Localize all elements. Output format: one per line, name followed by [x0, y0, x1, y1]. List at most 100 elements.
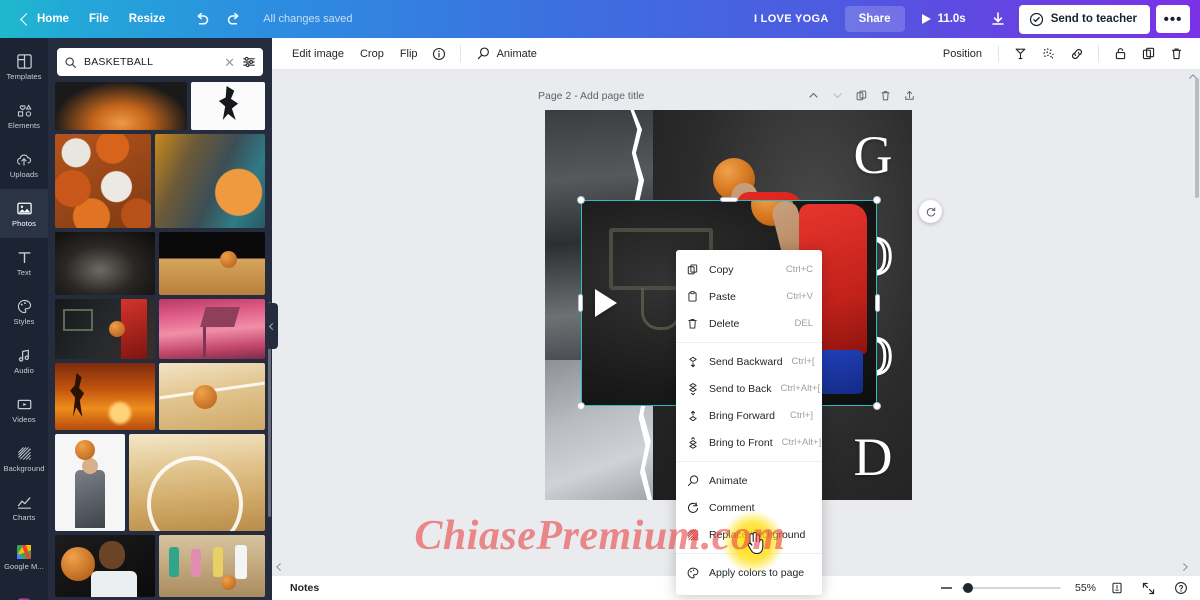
search-box[interactable]: ✕	[57, 48, 263, 76]
duplicate-page-button[interactable]	[851, 85, 872, 106]
sidebar-item-audio[interactable]: Audio	[0, 336, 48, 385]
lock-button[interactable]	[1107, 41, 1134, 66]
photo-thumbnail-empty-wooden-court[interactable]	[129, 434, 265, 531]
redo-button[interactable]	[221, 6, 247, 32]
chevron-left-icon	[20, 12, 33, 26]
trash-icon	[1171, 48, 1182, 60]
delete-button[interactable]	[1163, 41, 1190, 66]
send-to-teacher-button[interactable]: Send to teacher	[1018, 4, 1150, 34]
context-menu-shortcut: Ctrl+V	[786, 291, 813, 302]
resize-handle-bottom-right[interactable]	[873, 402, 881, 410]
undo-button[interactable]	[189, 6, 215, 32]
context-menu-item-paste[interactable]: Paste Ctrl+V	[676, 283, 822, 310]
sidebar-item-videos[interactable]: Videos	[0, 385, 48, 434]
photos-icon	[16, 199, 33, 218]
photo-thumbnail-pile-of-basketballs[interactable]	[55, 134, 151, 228]
clear-search-icon[interactable]: ✕	[224, 56, 235, 69]
photo-thumbnail-athlete-holding-ball[interactable]	[55, 535, 155, 597]
edit-image-button[interactable]: Edit image	[284, 43, 352, 65]
crop-button[interactable]: Crop	[352, 43, 392, 65]
sidebar-item-google-maps[interactable]: Google M...	[0, 532, 48, 581]
context-menu-item-apply-colors-to-page[interactable]: Apply colors to page	[676, 559, 822, 586]
duplicate-button[interactable]	[1135, 41, 1162, 66]
context-menu-item-replace-background[interactable]: Replace background	[676, 521, 822, 548]
file-menu-button[interactable]: File	[79, 7, 119, 31]
context-menu-item-send-to-back[interactable]: Send to Back Ctrl+Alt+[	[676, 375, 822, 402]
notes-button[interactable]: Notes	[284, 578, 325, 598]
collapse-panel-button[interactable]	[266, 303, 278, 349]
sidebar-item-background[interactable]: Background	[0, 434, 48, 483]
position-button[interactable]: Position	[935, 43, 990, 65]
photo-thumbnail-ball-on-wood-court[interactable]	[159, 232, 265, 295]
sidebar-item-templates[interactable]: Templates	[0, 42, 48, 91]
download-button[interactable]	[983, 5, 1013, 33]
resize-button[interactable]: Resize	[119, 7, 175, 31]
context-menu-item-copy[interactable]: Copy Ctrl+C	[676, 256, 822, 283]
move-page-down-button[interactable]	[827, 85, 848, 106]
move-page-up-button[interactable]	[803, 85, 824, 106]
flip-button[interactable]: Flip	[392, 43, 426, 65]
help-button[interactable]	[1169, 578, 1192, 599]
file-label: File	[88, 13, 109, 25]
fullscreen-button[interactable]	[1137, 578, 1160, 599]
info-button[interactable]	[426, 41, 453, 66]
sidebar-item-instagram[interactable]	[0, 581, 48, 600]
more-options-button[interactable]: •••	[1156, 5, 1190, 33]
context-menu-item-comment[interactable]: Comment	[676, 494, 822, 521]
resize-handle-right[interactable]	[875, 294, 880, 312]
photo-thumbnail-player-silhouette-white[interactable]	[191, 82, 265, 130]
page-title[interactable]: Page 2 - Add page title	[272, 90, 644, 102]
context-menu-item-bring-forward[interactable]: Bring Forward Ctrl+]	[676, 402, 822, 429]
page-manager-button[interactable]	[1105, 578, 1128, 599]
rotate-handle[interactable]	[919, 200, 942, 223]
preview-duration-button[interactable]: 11.0s	[911, 7, 977, 31]
video-play-button[interactable]	[595, 289, 617, 317]
transparency-button[interactable]	[1007, 41, 1034, 66]
home-button[interactable]: Home	[12, 7, 79, 31]
resize-handle-bottom-left[interactable]	[577, 402, 585, 410]
link-button[interactable]	[1063, 41, 1090, 66]
zoom-slider-knob[interactable]	[963, 583, 973, 593]
context-menu-item-animate[interactable]: Animate	[676, 467, 822, 494]
sidebar-item-uploads[interactable]: Uploads	[0, 140, 48, 189]
photo-thumbnail-outdoor-hoop-sunset-pink[interactable]	[159, 299, 265, 359]
sidebar-item-charts[interactable]: Charts	[0, 483, 48, 532]
sidebar-item-elements[interactable]: Elements	[0, 91, 48, 140]
resize-handle-top[interactable]	[720, 197, 738, 202]
context-menu: Copy Ctrl+C Paste Ctrl+V Delete DEL Send…	[676, 250, 822, 595]
sidebar-item-styles[interactable]: Styles	[0, 287, 48, 336]
photo-thumbnail-basketball-texture-teal[interactable]	[155, 134, 265, 228]
photo-thumbnail-player-dunking-dark[interactable]	[55, 232, 155, 295]
photo-thumbnail-kids-playing-gym[interactable]	[159, 535, 265, 597]
search-input[interactable]	[84, 56, 218, 68]
sidebar-item-photos[interactable]: Photos	[0, 189, 48, 238]
sidebar-label: Google M...	[4, 562, 44, 572]
stage-scrollbar-vertical[interactable]	[1194, 72, 1199, 572]
stage-scroll-up-arrow[interactable]	[1186, 70, 1199, 83]
context-menu-item-send-backward[interactable]: Send Backward Ctrl+[	[676, 348, 822, 375]
photo-thumbnail-player-shooting-white-bg[interactable]	[55, 434, 125, 531]
context-menu-item-bring-to-front[interactable]: Bring to Front Ctrl+Alt+]	[676, 429, 822, 456]
photo-thumbnail-player-sunset-silhouette[interactable]	[55, 363, 155, 430]
context-menu-label: Paste	[709, 290, 736, 303]
design-title[interactable]: I LOVE YOGA	[744, 7, 839, 31]
photo-thumbnail-basketball-closeup-dark[interactable]	[55, 82, 187, 130]
stage-scrollbar-thumb[interactable]	[1195, 78, 1199, 198]
photo-thumbnail-hoop-night-player[interactable]	[55, 299, 155, 359]
scroll-right-arrow[interactable]	[1178, 560, 1191, 573]
zoom-slider[interactable]	[961, 581, 1061, 595]
animate-button[interactable]: Animate	[468, 41, 545, 66]
sidebar-item-text[interactable]: Text	[0, 238, 48, 287]
resize-handle-top-right[interactable]	[873, 196, 881, 204]
context-menu-item-delete[interactable]: Delete DEL	[676, 310, 822, 337]
export-page-button[interactable]	[899, 85, 920, 106]
zoom-out-icon[interactable]	[941, 587, 952, 589]
photo-thumbnail-ball-on-court-line[interactable]	[159, 363, 265, 430]
resize-handle-left[interactable]	[578, 294, 583, 312]
filter-sliders-icon[interactable]	[242, 55, 256, 69]
effects-button[interactable]	[1035, 41, 1062, 66]
scroll-left-arrow[interactable]	[272, 560, 285, 573]
resize-handle-top-left[interactable]	[577, 196, 585, 204]
delete-page-button[interactable]	[875, 85, 896, 106]
share-button[interactable]: Share	[844, 6, 905, 32]
